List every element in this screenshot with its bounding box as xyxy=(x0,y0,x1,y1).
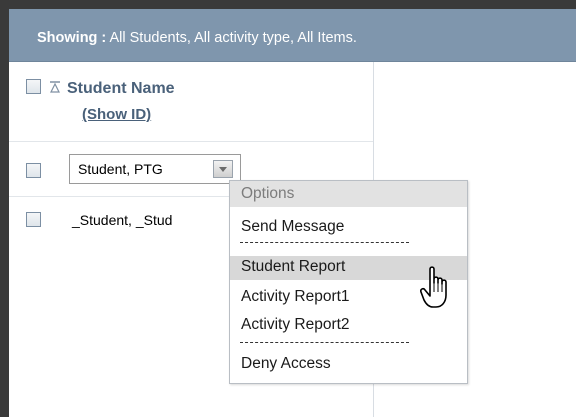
row-checkbox[interactable] xyxy=(26,163,41,178)
menu-item-label: Deny Access xyxy=(241,355,331,372)
sort-ascending-icon[interactable] xyxy=(50,81,60,93)
window-border-left xyxy=(0,0,9,417)
student-activity-panel: Showing : All Students, All activity typ… xyxy=(0,0,576,417)
row-divider xyxy=(9,141,373,142)
menu-separator xyxy=(240,242,409,243)
filter-summary-bar: Showing : All Students, All activity typ… xyxy=(9,9,576,62)
options-menu-title: Options xyxy=(230,181,467,207)
filter-summary: Showing : All Students, All activity typ… xyxy=(37,30,357,46)
student-name-value: _Student, _Stud xyxy=(72,212,173,228)
menu-item-send-message[interactable]: Send Message xyxy=(230,216,467,240)
menu-item-label: Send Message xyxy=(241,218,345,235)
student-name-value: Student, PTG xyxy=(78,161,163,177)
menu-item-label: Student Report xyxy=(241,258,346,275)
showing-label: Showing : xyxy=(37,30,107,46)
menu-item-deny-access[interactable]: Deny Access xyxy=(230,353,467,377)
menu-item-activity-report2[interactable]: Activity Report2 xyxy=(230,314,467,338)
row-checkbox[interactable] xyxy=(26,212,41,227)
showing-value: All Students, All activity type, All Ite… xyxy=(106,30,357,46)
student-name-column-header[interactable]: Student Name xyxy=(67,80,175,98)
student-name-dropdown[interactable]: Student, PTG xyxy=(69,154,241,184)
hand-pointer-icon xyxy=(420,266,447,308)
window-border-top xyxy=(0,0,576,9)
show-id-link[interactable]: (Show ID) xyxy=(82,106,151,123)
menu-separator xyxy=(240,342,409,343)
menu-item-label: Activity Report2 xyxy=(241,316,350,333)
options-dropdown-button[interactable] xyxy=(213,160,233,178)
chevron-down-icon xyxy=(219,167,227,172)
options-menu-title-label: Options xyxy=(241,185,295,202)
select-all-checkbox[interactable] xyxy=(26,79,41,94)
menu-item-label: Activity Report1 xyxy=(241,288,350,305)
